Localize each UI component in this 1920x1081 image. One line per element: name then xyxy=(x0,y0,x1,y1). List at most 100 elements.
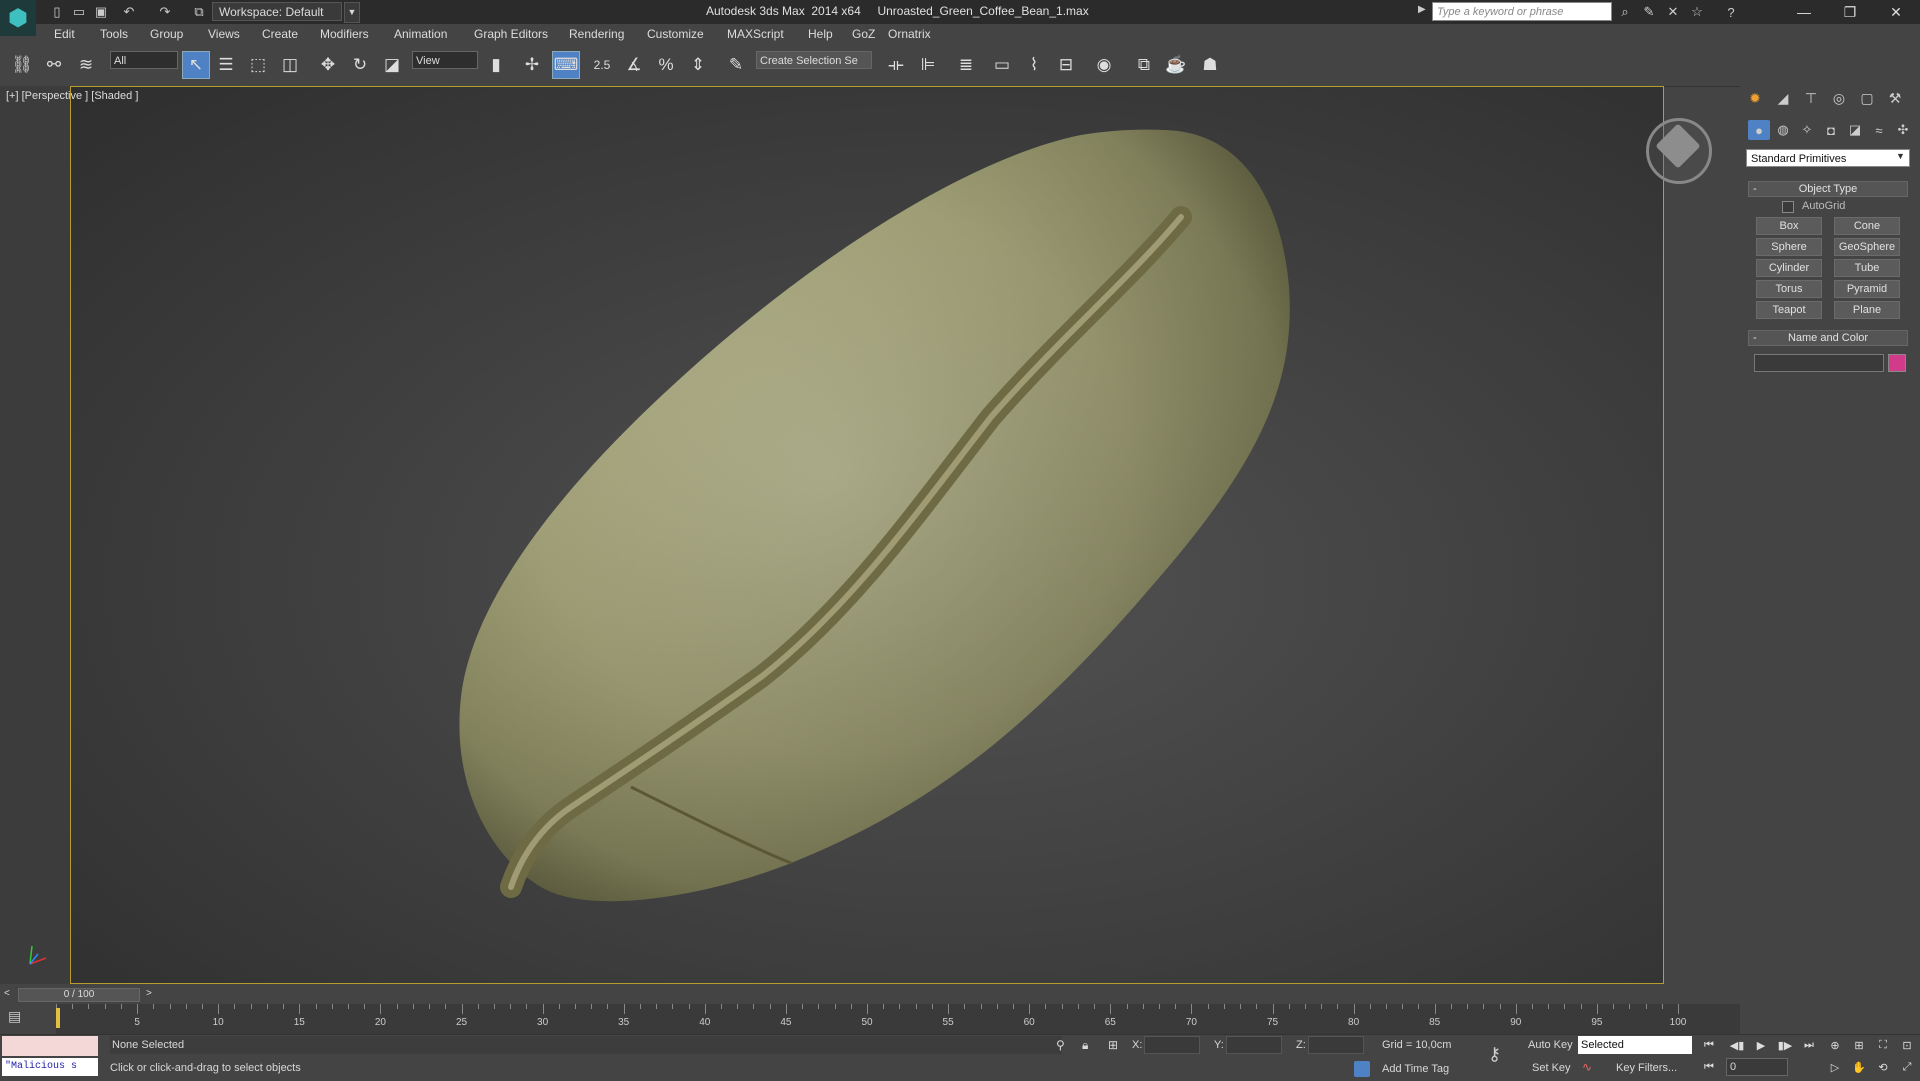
time-slider[interactable] xyxy=(0,986,1740,1004)
key-mode-toggle-icon[interactable]: ⏮ xyxy=(1700,1058,1718,1076)
snaps-toggle-icon[interactable]: 2.5 xyxy=(588,51,616,79)
select-manipulate-icon[interactable]: ✢ xyxy=(518,51,546,79)
menu-maxscript[interactable]: MAXScript xyxy=(727,27,784,41)
object-color-swatch[interactable] xyxy=(1888,354,1906,372)
motion-tab-icon[interactable]: ◎ xyxy=(1828,88,1850,108)
menu-create[interactable]: Create xyxy=(262,27,298,41)
cameras-icon[interactable]: ◘ xyxy=(1820,120,1842,140)
render-setup-icon[interactable]: ⧉ xyxy=(1130,51,1158,79)
select-object-icon[interactable]: ↖ xyxy=(182,51,210,79)
zoom-extents-all-icon[interactable]: ⊡ xyxy=(1898,1036,1916,1054)
workspace-dropdown[interactable]: Workspace: Default xyxy=(212,2,342,21)
key-filters-button[interactable]: Key Filters... xyxy=(1616,1062,1677,1074)
space-warps-icon[interactable]: ≈ xyxy=(1868,120,1890,140)
time-tag-icon[interactable] xyxy=(1354,1061,1370,1077)
restore-icon[interactable]: ❐ xyxy=(1828,0,1872,24)
mirror-icon[interactable]: ⟛ xyxy=(882,51,910,79)
unlink-icon[interactable]: ⚯ xyxy=(40,51,68,79)
plane-button[interactable]: Plane xyxy=(1834,301,1900,319)
maxscript-mini-listener[interactable]: "Malicious s xyxy=(2,1058,98,1076)
minimize-icon[interactable]: — xyxy=(1782,0,1826,24)
new-file-icon[interactable]: ▯ xyxy=(48,3,66,21)
mini-curve-editor-icon[interactable]: ▤ xyxy=(8,1008,36,1028)
systems-icon[interactable]: ✣ xyxy=(1892,120,1914,140)
lights-icon[interactable]: ✧ xyxy=(1796,120,1818,140)
selection-filter-dropdown[interactable]: All xyxy=(110,51,178,69)
menu-goz[interactable]: GoZ xyxy=(852,27,875,41)
curve-editor-icon[interactable]: ⌇ xyxy=(1020,51,1048,79)
align-icon[interactable]: ⊫ xyxy=(914,51,942,79)
menu-group[interactable]: Group xyxy=(150,27,183,41)
render-production-icon[interactable]: ☗ xyxy=(1196,51,1224,79)
isolate-selection-icon[interactable]: ⚲ xyxy=(1056,1038,1065,1052)
scale-icon[interactable]: ◪ xyxy=(378,51,406,79)
rendered-frame-window-icon[interactable]: ☕ xyxy=(1162,51,1190,79)
keyboard-shortcut-override-icon[interactable]: ⌨ xyxy=(552,51,580,79)
set-key-button[interactable]: Set Key xyxy=(1532,1062,1571,1074)
redo-icon[interactable]: ↷ xyxy=(156,3,174,21)
expand-search-icon[interactable]: ▶ xyxy=(1418,4,1426,15)
graphite-ribbon-icon[interactable]: ▭ xyxy=(988,51,1016,79)
zoom-icon[interactable]: ⊕ xyxy=(1826,1036,1844,1054)
cone-button[interactable]: Cone xyxy=(1834,217,1900,235)
cylinder-button[interactable]: Cylinder xyxy=(1756,259,1822,277)
go-to-end-icon[interactable]: ⏭ xyxy=(1800,1036,1818,1054)
prev-frame-icon[interactable]: < xyxy=(4,988,10,999)
lock-selection-icon[interactable]: 🔒︎ xyxy=(1082,1038,1088,1053)
material-editor-icon[interactable]: ◉ xyxy=(1090,51,1118,79)
subscription-icon[interactable]: ✎ xyxy=(1640,3,1658,21)
previous-frame-icon[interactable]: ◀▮ xyxy=(1728,1036,1746,1054)
window-crossing-icon[interactable]: ◫ xyxy=(276,51,304,79)
chevron-down-icon[interactable]: ▼ xyxy=(1896,151,1905,161)
object-name-field[interactable] xyxy=(1754,354,1884,372)
next-frame-icon[interactable]: > xyxy=(146,988,152,999)
sphere-button[interactable]: Sphere xyxy=(1756,238,1822,256)
absolute-mode-icon[interactable]: ⊞ xyxy=(1108,1038,1118,1052)
autogrid-checkbox[interactable] xyxy=(1782,201,1794,213)
search-input[interactable]: Type a keyword or phrase xyxy=(1432,2,1612,21)
tube-button[interactable]: Tube xyxy=(1834,259,1900,277)
time-slider-thumb[interactable]: 0 / 100 xyxy=(18,988,140,1002)
pivot-center-icon[interactable]: ▮ xyxy=(482,51,510,79)
spinner-snap-icon[interactable]: ⇕ xyxy=(684,51,712,79)
select-by-name-icon[interactable]: ☰ xyxy=(212,51,240,79)
reference-coordinate-dropdown[interactable]: View xyxy=(412,51,478,69)
menu-graph-editors[interactable]: Graph Editors xyxy=(474,27,548,41)
app-menu-button[interactable]: ⬢ xyxy=(0,0,36,36)
move-icon[interactable]: ✥ xyxy=(314,51,342,79)
undo-icon[interactable]: ↶ xyxy=(120,3,138,21)
torus-button[interactable]: Torus xyxy=(1756,280,1822,298)
auto-key-button[interactable]: Auto Key xyxy=(1528,1039,1573,1051)
viewport-label[interactable]: [+] [Perspective ] [Shaded ] xyxy=(6,90,138,102)
rectangular-selection-icon[interactable]: ⬚ xyxy=(244,51,272,79)
menu-rendering[interactable]: Rendering xyxy=(569,27,624,41)
object-type-rollout[interactable]: - Object Type xyxy=(1748,181,1908,197)
teapot-button[interactable]: Teapot xyxy=(1756,301,1822,319)
menu-customize[interactable]: Customize xyxy=(647,27,704,41)
modify-tab-icon[interactable]: ◢ xyxy=(1772,88,1794,108)
pyramid-button[interactable]: Pyramid xyxy=(1834,280,1900,298)
maximize-viewport-icon[interactable]: ⤢ xyxy=(1898,1058,1916,1076)
create-tab-icon[interactable]: ✹ xyxy=(1744,88,1766,108)
angle-snap-icon[interactable]: ∡ xyxy=(620,51,648,79)
box-button[interactable]: Box xyxy=(1756,217,1822,235)
menu-ornatrix[interactable]: Ornatrix xyxy=(888,27,931,41)
utilities-tab-icon[interactable]: ⚒ xyxy=(1884,88,1906,108)
percent-snap-icon[interactable]: % xyxy=(652,51,680,79)
perspective-viewport[interactable] xyxy=(70,86,1664,984)
key-curve-icon[interactable]: ∿ xyxy=(1582,1060,1592,1074)
helpers-icon[interactable]: ◪ xyxy=(1844,120,1866,140)
menu-help[interactable]: Help xyxy=(808,27,833,41)
save-icon[interactable]: ▣ xyxy=(92,3,110,21)
pan-view-icon[interactable]: ✋ xyxy=(1850,1058,1868,1076)
favorites-star-icon[interactable]: ☆ xyxy=(1688,3,1706,21)
key-mode-dropdown[interactable]: Selected xyxy=(1578,1036,1692,1054)
geosphere-button[interactable]: GeoSphere xyxy=(1834,238,1900,256)
edit-named-selection-icon[interactable]: ✎ xyxy=(722,51,750,79)
go-to-start-icon[interactable]: ⏮ xyxy=(1700,1036,1718,1054)
hierarchy-tab-icon[interactable]: ⊤ xyxy=(1800,88,1822,108)
next-key-icon[interactable]: ▮▶ xyxy=(1776,1036,1794,1054)
primitive-category-dropdown[interactable]: Standard Primitives xyxy=(1746,149,1910,167)
menu-views[interactable]: Views xyxy=(208,27,240,41)
open-file-icon[interactable]: ▭ xyxy=(70,3,88,21)
